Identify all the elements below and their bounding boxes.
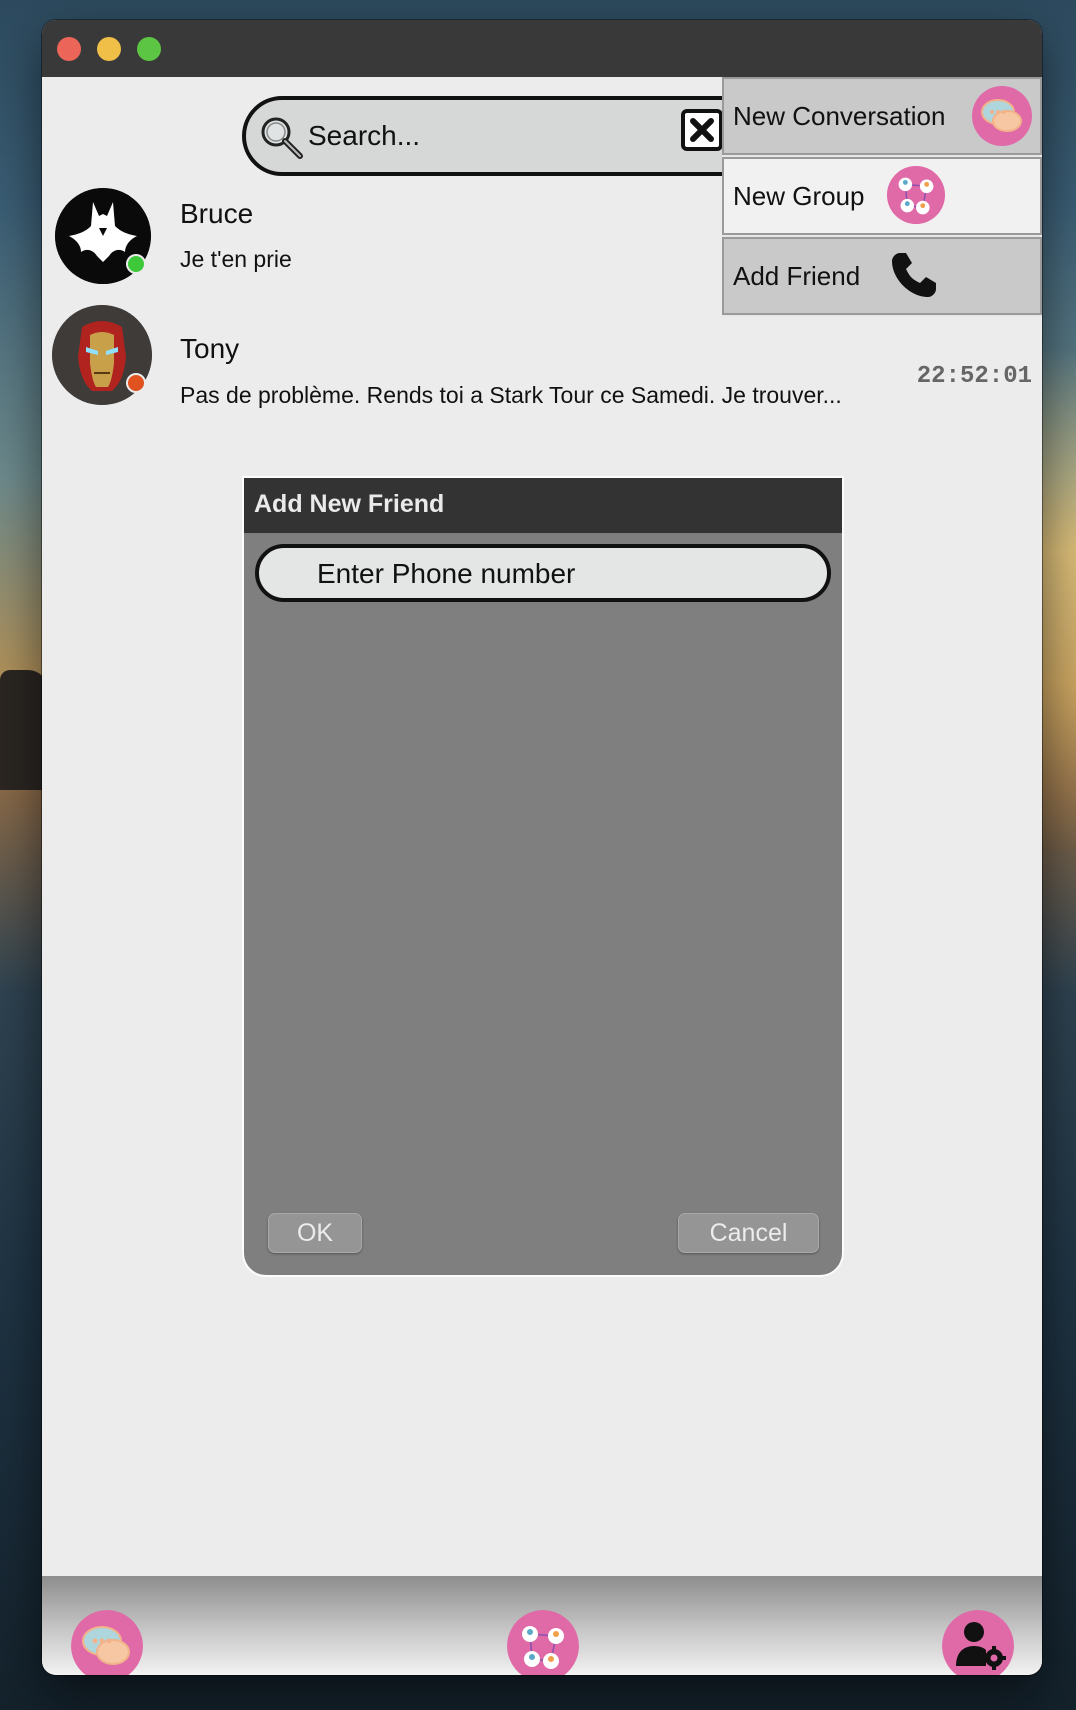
minimize-window-button[interactable] <box>97 37 121 61</box>
add-friend-dialog: Add New Friend OK Cancel <box>244 478 842 1275</box>
zoom-window-button[interactable] <box>137 37 161 61</box>
desktop-wallpaper-rock <box>0 670 48 790</box>
close-window-button[interactable] <box>57 37 81 61</box>
last-message: Pas de problème. Rends toi a Stark Tour … <box>180 382 842 408</box>
online-status-dot <box>126 254 146 274</box>
search-icon <box>261 117 303 159</box>
contact-name: Tony <box>180 333 240 364</box>
phone-icon <box>892 253 936 297</box>
new-item-menu: New Conversation New Group Add Friend <box>722 77 1042 317</box>
menu-item-new-conversation[interactable]: New Conversation <box>722 77 1042 155</box>
clear-search-icon[interactable] <box>680 108 724 152</box>
message-time: 22:52:01 <box>916 363 1032 390</box>
user-settings-icon[interactable] <box>942 1610 1014 1675</box>
search-input[interactable] <box>308 114 668 158</box>
dialog-title: Add New Friend <box>254 490 445 518</box>
group-network-icon <box>886 165 946 225</box>
title-bar <box>42 20 1042 77</box>
phone-number-input[interactable] <box>317 554 797 594</box>
menu-item-new-group[interactable]: New Group <box>722 157 1042 235</box>
cancel-button[interactable]: Cancel <box>678 1213 819 1253</box>
conversation-item[interactable]: Tony Pas de problème. Rends toi a Stark … <box>42 305 1042 420</box>
bottom-nav-bar <box>42 1576 1042 1675</box>
contact-name: Bruce <box>180 198 254 229</box>
app-window: Bruce Je t'en prie Tony Pas de problème.… <box>42 20 1042 1675</box>
search-bar <box>242 96 782 176</box>
chat-bubbles-icon[interactable] <box>71 1610 143 1675</box>
ok-button[interactable]: OK <box>268 1213 362 1253</box>
dialog-header: Add New Friend <box>244 478 842 533</box>
offline-status-dot <box>126 373 146 393</box>
menu-item-add-friend[interactable]: Add Friend <box>722 237 1042 315</box>
menu-item-label: New Group <box>733 181 865 211</box>
phone-number-field <box>255 544 831 602</box>
group-network-icon[interactable] <box>507 1610 579 1675</box>
menu-item-label: New Conversation <box>733 101 946 131</box>
menu-item-label: Add Friend <box>733 261 861 291</box>
chat-bubbles-icon <box>972 86 1032 146</box>
